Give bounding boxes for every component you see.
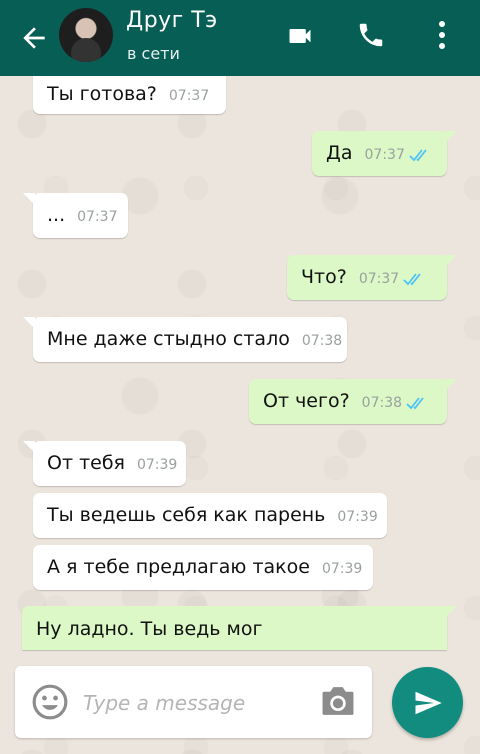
message-text: ... — [47, 204, 66, 226]
message-text: От чего? — [263, 390, 350, 412]
message-time: 07:37 — [364, 146, 405, 163]
send-button[interactable] — [392, 667, 463, 738]
message-time: 07:39 — [321, 560, 363, 577]
double-check-icon — [403, 272, 421, 285]
double-check-icon — [409, 148, 427, 161]
message-text: Ну ладно. Ты ведь мог — [36, 618, 263, 640]
video-call-icon[interactable] — [284, 22, 316, 50]
message-bubble-outgoing[interactable]: Что? 07:37 — [287, 255, 457, 300]
message-text: От тебя — [47, 452, 125, 474]
contact-name[interactable]: Друг Тэ — [126, 8, 218, 33]
message-composer — [15, 666, 372, 738]
send-icon — [415, 691, 442, 715]
contact-status: в сети — [127, 44, 180, 63]
camera-icon[interactable] — [319, 684, 357, 718]
emoji-icon[interactable] — [31, 683, 69, 721]
message-text: Ты готова? — [47, 83, 157, 105]
message-time: 07:39 — [337, 508, 378, 525]
message-time: 07:37 — [77, 208, 118, 225]
message-bubble-outgoing[interactable]: От чего? 07:38 — [249, 379, 457, 424]
message-bubble-incoming[interactable]: Мне даже стыдно стало 07:38 — [23, 317, 347, 362]
message-text: Да — [326, 142, 353, 164]
message-bubble-incoming[interactable]: От тебя 07:39 — [23, 441, 186, 486]
message-bubble-incoming[interactable]: Ты ведешь себя как парень 07:39 — [33, 493, 387, 538]
message-bubble-incoming[interactable]: ... 07:37 — [23, 193, 128, 238]
message-bubble-incoming[interactable]: А я тебе предлагаю такое 07:39 — [33, 545, 373, 590]
message-bubble-outgoing[interactable]: Да 07:37 — [312, 131, 457, 176]
message-text: А я тебе предлагаю такое — [47, 556, 310, 578]
message-time: 07:38 — [361, 394, 403, 411]
message-time: 07:37 — [358, 270, 400, 287]
double-check-icon — [406, 396, 424, 409]
avatar[interactable] — [59, 8, 113, 62]
message-text: Ты ведешь себя как парень — [47, 504, 326, 526]
message-bubble-outgoing[interactable]: Ну ладно. Ты ведь мог — [22, 606, 457, 650]
more-vert-icon[interactable] — [432, 18, 452, 52]
message-time: 07:38 — [301, 332, 343, 349]
message-input[interactable] — [81, 686, 305, 720]
chat-header: Друг Тэ в сети — [0, 0, 480, 76]
message-time: 07:37 — [168, 87, 210, 104]
back-arrow-icon[interactable] — [18, 22, 50, 54]
phone-icon[interactable] — [356, 20, 386, 50]
message-time: 07:39 — [136, 456, 178, 473]
message-text: Что? — [301, 266, 347, 288]
message-bubble-incoming[interactable]: Ты готова? 07:37 — [33, 76, 226, 114]
message-text: Мне даже стыдно стало — [47, 328, 290, 350]
